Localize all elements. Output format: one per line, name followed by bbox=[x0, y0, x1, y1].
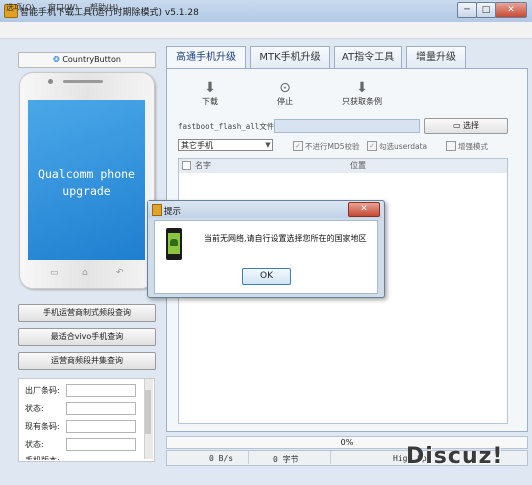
factory-code-field[interactable] bbox=[66, 384, 136, 397]
phone-screen-line-1: Qualcomm phone bbox=[38, 167, 135, 181]
info-scrollbar-thumb[interactable] bbox=[145, 390, 151, 434]
phone-speaker bbox=[63, 80, 103, 83]
phone-type-select[interactable]: 其它手机 bbox=[178, 139, 273, 151]
dialog-title-bar[interactable] bbox=[148, 201, 382, 218]
close-button[interactable]: ✕ bbox=[495, 2, 527, 18]
download-button[interactable]: ⬇ 下载 bbox=[190, 80, 230, 107]
userdata-checkbox[interactable]: ✓ bbox=[367, 141, 377, 151]
stop-button[interactable]: ⊙ 停止 bbox=[265, 80, 305, 107]
chevron-down-icon[interactable]: ▼ bbox=[263, 140, 273, 150]
md5-check-checkbox[interactable]: ✓ bbox=[293, 141, 303, 151]
phone-screen-line-2: upgrade bbox=[62, 184, 111, 198]
column-header-name[interactable]: 名字 bbox=[195, 160, 211, 171]
status-label-1: 状态: bbox=[25, 404, 44, 413]
download-label: 下载 bbox=[202, 97, 218, 106]
carrier-band-query-button[interactable]: 手机运营商制式频段查询 bbox=[18, 304, 156, 322]
discuz-watermark: Discuz! bbox=[406, 444, 504, 469]
userdata-label: 勾选userdata bbox=[379, 142, 428, 151]
phone-screen-text: Qualcomm phone upgrade bbox=[28, 166, 145, 200]
menu-options[interactable]: 选项(O) bbox=[6, 2, 35, 13]
speed-readout: 0 B/s bbox=[209, 454, 234, 463]
status-field-1[interactable] bbox=[66, 402, 136, 415]
maximize-button[interactable]: □ bbox=[476, 2, 496, 18]
stop-label: 停止 bbox=[277, 97, 293, 106]
dialog-close-button[interactable]: ✕ bbox=[348, 202, 380, 217]
menu-key-icon: ▭ bbox=[50, 268, 59, 278]
country-button[interactable]: ❂ CountryButton bbox=[18, 52, 156, 68]
current-code-label: 现有条码: bbox=[25, 422, 60, 431]
status-divider bbox=[248, 451, 249, 464]
md5-check-label: 不进行MD5校验 bbox=[305, 142, 360, 151]
fastboot-file-label: fastboot_flash_all文件 bbox=[178, 122, 275, 131]
select-file-button[interactable]: ▭ 选择 bbox=[424, 118, 508, 134]
select-all-checkbox[interactable] bbox=[182, 161, 191, 170]
bytes-readout: 0 字节 bbox=[273, 455, 299, 464]
status-divider bbox=[330, 451, 331, 464]
select-file-label: 选择 bbox=[463, 121, 480, 130]
menu-window[interactable]: 窗口(W) bbox=[48, 2, 78, 13]
tab-mtk-upgrade[interactable]: MTK手机升级 bbox=[250, 46, 330, 69]
phone-version-label: 手机版本: bbox=[25, 455, 60, 460]
enhanced-mode-checkbox[interactable] bbox=[446, 141, 456, 151]
android-logo-icon bbox=[170, 239, 178, 246]
minimize-button[interactable]: ─ bbox=[457, 2, 477, 18]
country-icon: ❂ bbox=[53, 55, 63, 64]
dialog-app-icon bbox=[152, 204, 162, 216]
enhanced-mode-label: 增强模式 bbox=[458, 142, 488, 151]
menu-help[interactable]: 帮助(H) bbox=[90, 2, 118, 13]
vivo-phone-query-button[interactable]: 最适合vivo手机查询 bbox=[18, 328, 156, 346]
column-header-position[interactable]: 位置 bbox=[350, 160, 366, 171]
only-get-config-button[interactable]: ⬇ 只获取条例 bbox=[338, 80, 386, 107]
tab-qualcomm-upgrade[interactable]: 高通手机升级 bbox=[166, 46, 246, 69]
download-icon: ⬇ bbox=[204, 80, 216, 96]
fastboot-file-input[interactable] bbox=[274, 119, 420, 133]
file-list-header bbox=[178, 158, 508, 174]
dialog-title: 提示 bbox=[164, 207, 182, 217]
dialog-message: 当前无网络,请自行设置选择您所在的国家地区 bbox=[204, 234, 367, 243]
menu-bar bbox=[0, 22, 532, 39]
carrier-band-union-button[interactable]: 运营商频段并集查询 bbox=[18, 352, 156, 370]
folder-icon: ▭ bbox=[452, 121, 464, 130]
phone-camera bbox=[48, 79, 53, 84]
only-get-config-label: 只获取条例 bbox=[342, 97, 382, 106]
tab-at-command[interactable]: AT指令工具 bbox=[334, 46, 402, 69]
current-code-field[interactable] bbox=[66, 420, 136, 433]
ok-button[interactable]: OK bbox=[242, 268, 291, 285]
home-key-icon: ⌂ bbox=[82, 268, 88, 278]
tab-incremental-upgrade[interactable]: 增量升级 bbox=[406, 46, 466, 69]
stop-icon: ⊙ bbox=[279, 80, 291, 96]
status-field-2[interactable] bbox=[66, 438, 136, 451]
status-label-2: 状态: bbox=[25, 440, 44, 449]
factory-code-label: 出厂条码: bbox=[25, 386, 60, 395]
back-key-icon: ↶ bbox=[116, 268, 124, 278]
country-button-label: CountryButton bbox=[62, 55, 121, 64]
get-config-icon: ⬇ bbox=[356, 80, 368, 96]
